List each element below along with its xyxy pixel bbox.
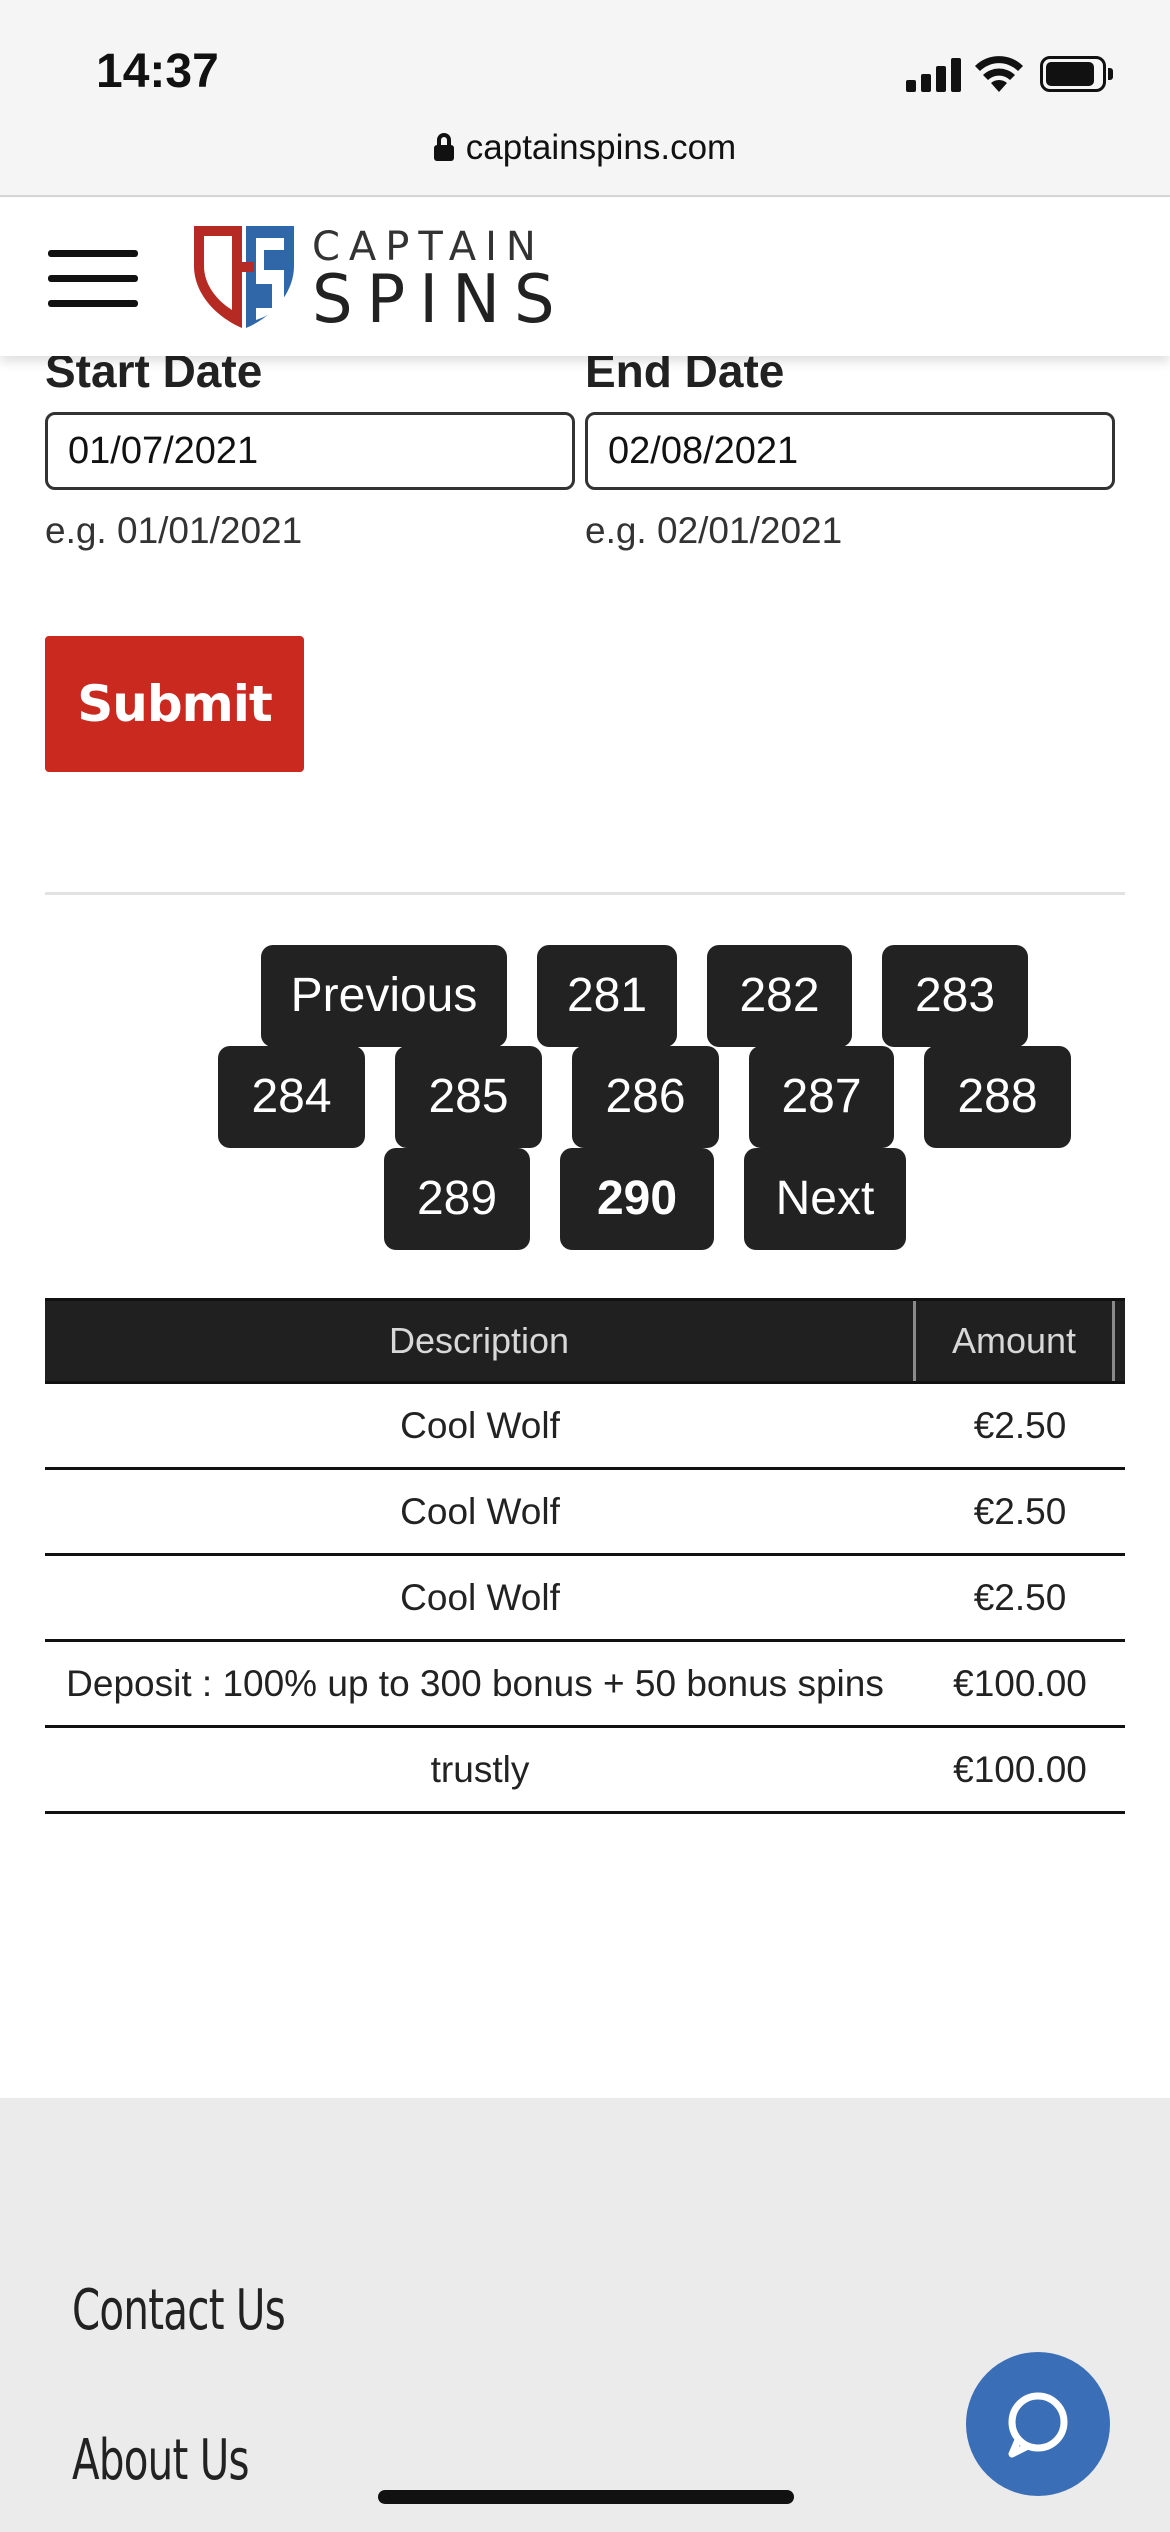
- row-amount: €2.50: [973, 1405, 1067, 1446]
- captain-spins-logo[interactable]: CAPTAIN SPINS: [186, 218, 555, 334]
- footer-link-about-us[interactable]: About Us: [72, 2428, 250, 2493]
- page-290-current-button[interactable]: 290: [560, 1148, 714, 1250]
- transactions-table: Description Amount Cool Wolf €2.50 Cool …: [45, 1298, 1125, 1814]
- row-amount: €2.50: [973, 1491, 1067, 1532]
- page-287-button[interactable]: 287: [749, 1046, 894, 1148]
- table-row: trustly €100.00: [45, 1728, 1125, 1814]
- page-282-button[interactable]: 282: [707, 945, 852, 1047]
- page-289-button[interactable]: 289: [384, 1148, 530, 1250]
- previous-page-button[interactable]: Previous: [261, 945, 507, 1047]
- row-description: Cool Wolf: [400, 1491, 560, 1532]
- hamburger-menu-icon[interactable]: [48, 250, 138, 308]
- url-text: captainspins.com: [465, 128, 737, 167]
- page-284-button[interactable]: 284: [218, 1046, 365, 1148]
- page-283-button[interactable]: 283: [882, 945, 1028, 1047]
- status-time: 14:37: [96, 45, 219, 98]
- site-header: CAPTAIN SPINS: [0, 198, 1170, 356]
- page-285-button[interactable]: 285: [395, 1046, 542, 1148]
- start-date-hint: e.g. 01/01/2021: [45, 510, 303, 551]
- table-header: Description Amount: [45, 1298, 1125, 1384]
- submit-button[interactable]: Submit: [45, 636, 304, 772]
- row-amount: €100.00: [953, 1663, 1087, 1704]
- column-separator: [1112, 1301, 1115, 1381]
- row-description: Cool Wolf: [400, 1577, 560, 1618]
- address-bar[interactable]: captainspins.com: [0, 128, 1170, 168]
- page-281-button[interactable]: 281: [537, 945, 677, 1047]
- shield-logo-icon: [194, 226, 294, 328]
- divider: [45, 892, 1125, 895]
- chat-button[interactable]: [966, 2352, 1110, 2496]
- page-286-button[interactable]: 286: [572, 1046, 719, 1148]
- table-row: Cool Wolf €2.50: [45, 1470, 1125, 1556]
- logo-text-spins: SPINS: [312, 261, 569, 339]
- home-indicator: [378, 2490, 794, 2504]
- wifi-icon: [975, 56, 1023, 92]
- lock-icon: [433, 133, 454, 161]
- table-row: Deposit : 100% up to 300 bonus + 50 bonu…: [45, 1642, 1125, 1728]
- next-page-button[interactable]: Next: [744, 1148, 906, 1250]
- end-date-field[interactable]: [585, 412, 1115, 490]
- row-description: trustly: [430, 1749, 530, 1790]
- row-description: Deposit : 100% up to 300 bonus + 50 bonu…: [66, 1663, 884, 1704]
- battery-icon: [1040, 56, 1113, 92]
- column-header-amount: Amount: [951, 1320, 1077, 1361]
- browser-top-bar: 14:37 captainspins.com: [0, 0, 1170, 197]
- table-row: Cool Wolf €2.50: [45, 1556, 1125, 1642]
- row-amount: €100.00: [953, 1749, 1087, 1790]
- table-row: Cool Wolf €2.50: [45, 1384, 1125, 1470]
- row-amount: €2.50: [973, 1577, 1067, 1618]
- cellular-signal-icon: [906, 56, 962, 92]
- footer-link-contact-us[interactable]: Contact Us: [72, 2278, 286, 2343]
- start-date-field[interactable]: [45, 412, 575, 490]
- chat-bubble-icon: [1008, 2392, 1068, 2458]
- end-date-hint: e.g. 02/01/2021: [585, 510, 843, 551]
- column-header-description: Description: [388, 1320, 570, 1361]
- row-description: Cool Wolf: [400, 1405, 560, 1446]
- page-288-button[interactable]: 288: [924, 1046, 1071, 1148]
